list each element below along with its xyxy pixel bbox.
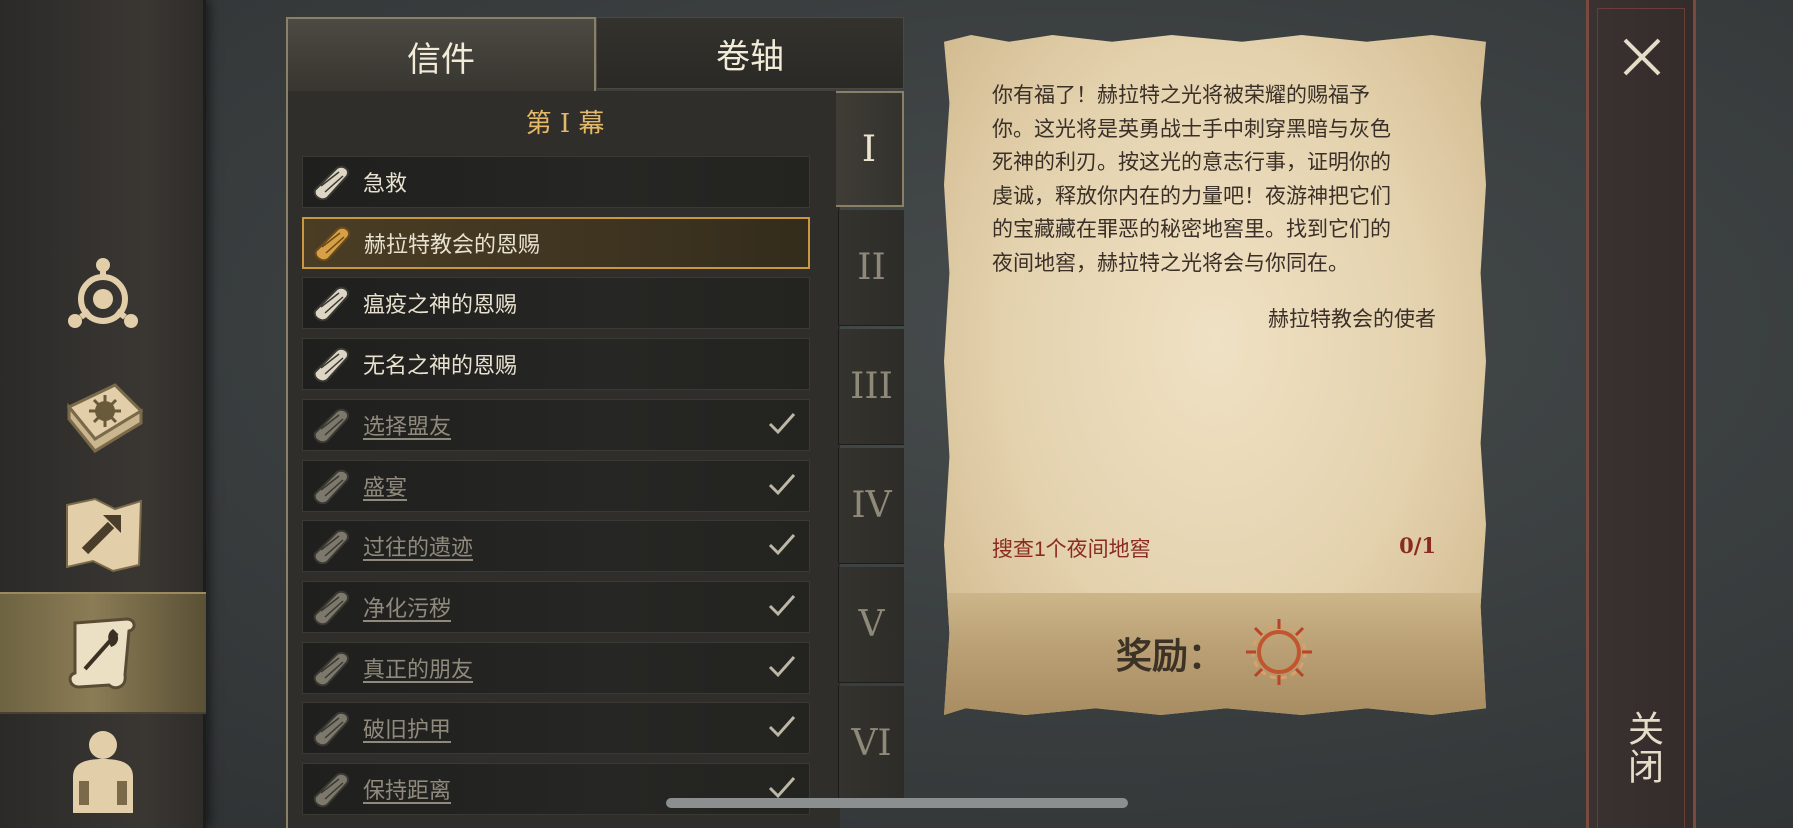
map-marker-icon [68,258,138,328]
scroll-icon [307,403,359,447]
checkmark-icon [767,531,797,561]
letter-body: 你有福了！赫拉特之光将被荣耀的赐福予 你。这光将是英勇战士手中刺穿黑暗与灰色 死… [992,79,1442,280]
scroll-icon [307,464,359,508]
quest-row[interactable]: 真正的朋友 [302,641,810,694]
quest-row[interactable]: 选择盟友 [302,398,810,451]
quest-label: 急救 [363,171,408,196]
scroll-icon [307,767,359,811]
objective-progress: 0/1 [1399,533,1436,558]
nav-character-button[interactable] [0,710,206,828]
quest-row[interactable]: 净化污秽 [302,580,810,633]
scroll-icon [308,221,360,265]
letter-line: 的宝藏藏在罪恶的秘密地窖里。找到它们的 [992,218,1391,241]
act-tabs: I II III IV V VI [836,91,904,828]
quest-label: 保持距离 [363,778,452,803]
quest-label: 无名之神的恩赐 [363,353,518,379]
quest-label: 瘟疫之神的恩赐 [363,292,518,318]
nav-spellbook-button[interactable] [0,356,206,474]
quest-row[interactable]: 盛宴 [302,459,810,512]
act-tab[interactable]: VI [838,686,904,802]
quest-row[interactable]: 急救 [302,156,810,208]
close-icon[interactable] [1619,34,1665,80]
reward-section: 奖励： [944,593,1486,715]
scroll-icon [307,585,359,629]
quest-row[interactable]: 破旧护甲 [302,702,810,755]
checkmark-icon [767,410,797,440]
letter-line: 虔诚，释放你内在的力量吧！夜游神把它们 [992,184,1391,208]
quest-label: 选择盟友 [363,413,452,439]
quest-label: 净化污秽 [363,595,452,621]
reward-label: 奖励： [1116,635,1225,676]
quest-objective: 搜查1个夜间地窖 [992,538,1151,561]
quest-label: 过往的遗迹 [363,535,474,561]
letter-line: 夜间地窖，赫拉特之光将会与你同在。 [992,251,1349,275]
quest-label: 赫拉特教会的恩赐 [364,231,541,257]
left-navigation [0,0,206,828]
scroll-icon [307,342,359,386]
quest-row[interactable]: 赫拉特教会的恩赐 [302,216,810,269]
letter-signature: 赫拉特教会的使者 [1268,308,1436,331]
scroll-icon [307,160,359,204]
spellbook-icon [66,383,144,453]
quest-label: 盛宴 [363,474,408,500]
map-icon [66,497,143,573]
act-title: 第 I 幕 [525,109,605,139]
home-indicator[interactable] [666,798,1128,808]
nav-map-button[interactable] [0,474,206,592]
close-panel-frame [1597,8,1685,828]
quest-row[interactable]: 瘟疫之神的恩赐 [302,277,810,330]
checkmark-icon [767,653,797,683]
close-button-label[interactable]: 关闭 [1617,710,1669,786]
thorn-ring-icon[interactable] [1242,615,1316,689]
act-tab[interactable]: I [836,91,904,207]
scroll-icon [307,706,359,750]
nav-map-marker-button[interactable] [0,236,206,354]
quest-label: 破旧护甲 [363,717,452,743]
scroll-icon [307,281,359,325]
quest-row[interactable]: 过往的遗迹 [302,520,810,573]
tab-letters[interactable]: 信件 [286,17,596,93]
quest-list-panel: 第 I 幕 急救赫拉特教会的恩赐 瘟疫之神的恩赐 无名之神的恩赐 选择盟友盛宴过往的遗… [286,91,840,828]
checkmark-icon [767,471,797,501]
act-tab[interactable]: II [838,210,904,326]
letter-line: 你有福了！赫拉特之光将被荣耀的赐福予 [992,84,1370,107]
quest-label: 真正的朋友 [363,656,474,682]
nav-quests-button[interactable] [0,592,206,714]
letter-parchment: 你有福了！赫拉特之光将被荣耀的赐福予 你。这光将是英勇战士手中刺穿黑暗与灰色 死… [944,35,1486,715]
letter-line: 死神的利刃。按这光的意志行事，证明你的 [992,151,1391,174]
close-panel[interactable]: 关闭 [1586,0,1696,828]
quest-row[interactable]: 无名之神的恩赐 [302,338,810,391]
quest-scroll-icon [68,617,136,690]
act-tab[interactable]: V [838,567,904,683]
act-tab[interactable]: III [838,329,904,445]
act-tab[interactable]: IV [838,448,904,564]
tab-scrolls[interactable]: 卷轴 [596,17,904,89]
checkmark-icon [767,713,797,743]
scroll-icon [307,524,359,568]
checkmark-icon [767,592,797,622]
letter-line: 你。这光将是英勇战士手中刺穿黑暗与灰色 [992,117,1391,141]
scroll-icon [307,646,359,690]
character-icon [73,731,133,813]
